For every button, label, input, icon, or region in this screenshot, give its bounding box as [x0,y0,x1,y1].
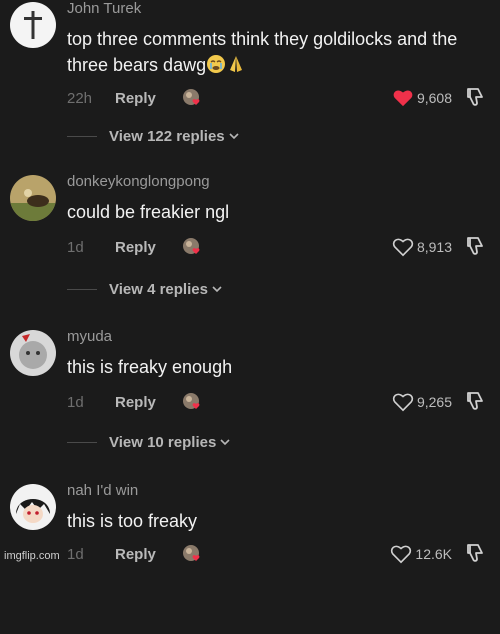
comment-username[interactable]: myuda [67,328,112,345]
heart-filled-icon [393,90,413,107]
comment-meta: 1d Reply [67,235,206,259]
view-replies-button[interactable]: View 4 replies [67,279,223,299]
view-replies-button[interactable]: View 10 replies [67,432,231,452]
comment-text: this is freaky enough [67,357,233,377]
heart-outline-icon [392,393,414,412]
divider [67,441,97,443]
comment-username[interactable]: donkeykonglongpong [67,173,210,190]
creator-liked-icon [182,393,200,409]
avatar[interactable] [10,484,56,530]
timestamp: 1d [67,238,84,256]
comment-4: nah I'd win this is too freaky 1d Reply … [0,482,500,634]
chevron-down-icon [220,439,230,446]
avatar[interactable] [10,175,56,221]
praying-hands-emoji-icon [230,56,243,72]
view-replies-button[interactable]: View 122 replies [67,126,240,146]
like-button[interactable]: 9,265 [392,390,452,414]
heart-outline-icon [391,545,412,564]
like-count: 8,913 [416,239,452,255]
comment-3: myuda this is freaky enough 1d Reply 9,2… [0,328,500,480]
comment-text: top three comments think they goldilocks… [67,29,458,75]
comment-2: donkeykonglongpong could be freakier ngl… [0,173,500,325]
chevron-down-icon [212,286,222,293]
dislike-icon[interactable] [464,235,486,257]
timestamp: 1d [67,545,84,563]
watermark: imgflip.com [4,550,60,562]
divider [67,288,97,290]
cat-avatar-icon [10,330,56,376]
dislike-icon[interactable] [464,390,486,412]
dislike-icon[interactable] [464,542,486,564]
avatar[interactable] [10,330,56,376]
reply-button[interactable]: Reply [115,90,156,107]
avatar[interactable] [10,2,56,48]
reply-button[interactable]: Reply [115,394,156,411]
like-count: 9,608 [416,90,452,106]
comment-username[interactable]: nah I'd win [67,482,138,499]
like-button[interactable]: 12.6K [390,542,452,566]
like-count: 9,265 [416,394,452,410]
donkey-avatar-icon [10,175,56,221]
creator-liked-icon [182,545,200,561]
timestamp: 22h [67,89,93,107]
heart-outline-icon [392,238,414,257]
reply-button[interactable]: Reply [115,546,156,563]
chevron-down-icon [229,133,239,140]
like-button[interactable]: 9,608 [392,86,452,110]
creator-liked-icon [182,238,200,254]
view-replies-label: View 122 replies [109,127,225,145]
comment-text: this is too freaky [67,511,198,531]
comment-text: could be freakier ngl [67,202,230,222]
timestamp: 1d [67,393,84,411]
like-button[interactable]: 8,913 [392,235,452,259]
view-replies-label: View 10 replies [109,433,217,451]
comment-meta: 1d Reply [67,542,206,566]
comment-1: John Turek top three comments think they… [0,0,500,152]
dislike-icon[interactable] [464,86,486,108]
comment-meta: 1d Reply [67,390,206,414]
anime-avatar-icon [10,484,56,530]
crying-face-emoji-icon [207,55,226,73]
creator-liked-icon [182,89,200,105]
cross-avatar-icon [10,2,56,48]
comment-username[interactable]: John Turek [67,0,141,17]
comment-meta: 22h Reply [67,86,206,110]
like-count: 12.6K [415,546,452,562]
divider [67,135,97,137]
view-replies-label: View 4 replies [109,280,208,298]
reply-button[interactable]: Reply [115,239,156,256]
